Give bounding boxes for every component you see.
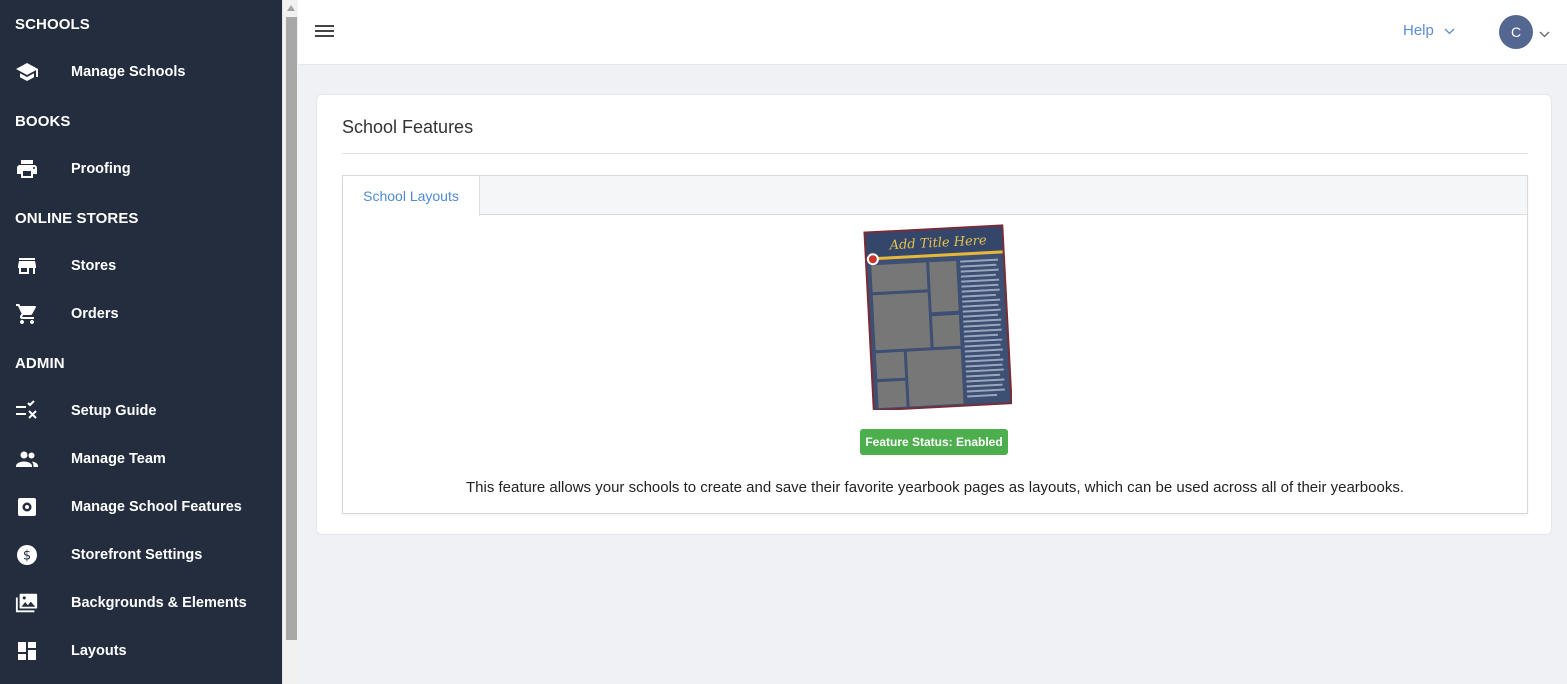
feature-panel: School Layouts Add Title Here Feature St… bbox=[342, 175, 1528, 514]
help-label: Help bbox=[1403, 22, 1434, 39]
avatar[interactable]: C bbox=[1499, 15, 1533, 49]
sidebar-item-label: Proofing bbox=[71, 161, 131, 177]
sidebar: SCHOOLS Manage Schools BOOKS Proofing ON… bbox=[0, 0, 282, 684]
chevron-down-icon[interactable] bbox=[1539, 25, 1550, 43]
sidebar-item-setup-guide[interactable]: Setup Guide bbox=[0, 389, 282, 433]
sidebar-item-orders[interactable]: Orders bbox=[0, 292, 282, 336]
sidebar-item-label: Backgrounds & Elements bbox=[71, 595, 247, 611]
sidebar-item-label: Layouts bbox=[71, 643, 127, 659]
sidebar-item-label: Orders bbox=[71, 306, 119, 322]
section-title-schools: SCHOOLS bbox=[15, 16, 90, 33]
topbar: Help C bbox=[298, 0, 1567, 65]
sidebar-item-manage-schools[interactable]: Manage Schools bbox=[0, 50, 282, 94]
sidebar-item-label: Stores bbox=[71, 258, 117, 274]
page-title: School Features bbox=[342, 117, 474, 137]
sidebar-item-manage-team[interactable]: Manage Team bbox=[0, 437, 282, 481]
section-title-books: BOOKS bbox=[15, 113, 71, 130]
hamburger-menu-icon[interactable] bbox=[315, 22, 335, 42]
section-title-admin: ADMIN bbox=[15, 355, 65, 372]
graduation-cap-icon bbox=[15, 60, 39, 84]
scroll-thumb[interactable] bbox=[286, 17, 297, 640]
gear-icon bbox=[15, 495, 39, 519]
sidebar-item-storefront-settings[interactable]: $ Storefront Settings bbox=[0, 533, 282, 577]
chevron-down-icon bbox=[1444, 22, 1455, 39]
sidebar-item-label: Setup Guide bbox=[71, 403, 157, 419]
sidebar-item-backgrounds-elements[interactable]: Backgrounds & Elements bbox=[0, 581, 282, 625]
sidebar-item-proofing[interactable]: Proofing bbox=[0, 147, 282, 191]
people-icon bbox=[15, 447, 39, 471]
sidebar-item-label: Storefront Settings bbox=[71, 547, 203, 563]
dollar-icon: $ bbox=[15, 543, 39, 567]
svg-text:$: $ bbox=[23, 549, 31, 564]
sidebar-item-manage-school-features[interactable]: Manage School Features bbox=[0, 485, 282, 529]
photos-icon bbox=[15, 591, 39, 615]
school-features-card: School Features School Layouts Add Title… bbox=[316, 94, 1552, 535]
scroll-up-arrow-icon[interactable] bbox=[283, 0, 299, 16]
sidebar-item-stores[interactable]: Stores bbox=[0, 244, 282, 288]
sidebar-item-label: Manage Team bbox=[71, 451, 166, 467]
feature-description: This feature allows your schools to crea… bbox=[466, 479, 1404, 496]
feature-status-badge: Feature Status: Enabled bbox=[860, 429, 1008, 455]
layout-preview-image: Add Title Here bbox=[860, 224, 1013, 412]
tab-school-layouts[interactable]: School Layouts bbox=[343, 176, 480, 216]
dashboard-icon bbox=[15, 639, 39, 663]
section-title-online-stores: ONLINE STORES bbox=[15, 210, 139, 227]
cart-icon bbox=[15, 302, 39, 326]
checklist-icon bbox=[15, 399, 39, 423]
sidebar-item-layouts[interactable]: Layouts bbox=[0, 629, 282, 673]
divider bbox=[342, 153, 1528, 154]
help-menu[interactable]: Help bbox=[1403, 22, 1455, 39]
storefront-icon bbox=[15, 254, 39, 278]
sidebar-item-label: Manage School Features bbox=[71, 499, 242, 515]
printer-icon bbox=[15, 157, 39, 181]
tab-bar bbox=[343, 176, 1527, 215]
sidebar-scrollbar[interactable] bbox=[282, 0, 298, 684]
sidebar-item-label: Manage Schools bbox=[71, 64, 186, 80]
